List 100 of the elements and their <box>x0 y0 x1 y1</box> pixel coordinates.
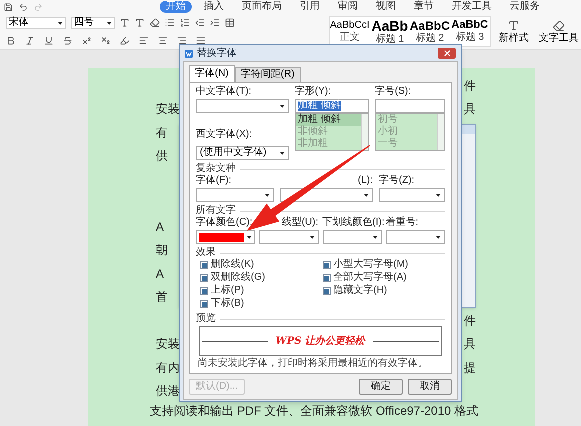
checkbox[interactable] <box>200 274 208 282</box>
dropdown-caret-icon <box>372 236 378 238</box>
section-title: 复杂文种 <box>196 163 236 174</box>
style-preset[interactable]: AaBbCcI 正文 <box>330 17 370 46</box>
section-title: 效果 <box>196 247 216 259</box>
eraser-icon[interactable] <box>150 18 160 28</box>
font-name-select[interactable]: 宋体 <box>6 17 66 30</box>
document-text: A <box>156 268 164 280</box>
document-text: 安装 <box>156 103 180 116</box>
app-icon <box>185 50 193 58</box>
ribbon-tab[interactable]: 插入 <box>198 1 230 13</box>
checkbox[interactable] <box>322 274 330 282</box>
document-text: 具 <box>464 338 476 350</box>
ribbon-tab[interactable]: 开始 <box>160 1 192 13</box>
checkbox-label: 下标(B) <box>211 298 244 310</box>
save-icon[interactable] <box>4 2 13 12</box>
document-text: A <box>156 220 164 233</box>
field-label: 西文字体(X): <box>196 129 252 140</box>
dropdown-caret-icon <box>310 236 314 238</box>
checkbox[interactable] <box>322 261 330 269</box>
checkbox[interactable] <box>200 261 208 269</box>
document-text: 件 <box>464 80 476 92</box>
underline-icon[interactable] <box>44 36 54 46</box>
ribbon-tab[interactable]: 开发工具 <box>446 1 498 13</box>
align-justify-icon[interactable] <box>196 36 206 46</box>
list-icon[interactable] <box>165 18 175 28</box>
dialog-button[interactable]: 取消 <box>408 379 452 395</box>
section-title: 预览 <box>196 313 216 325</box>
numbered-list-icon[interactable] <box>180 18 190 28</box>
ribbon-tab[interactable]: 审阅 <box>332 1 364 13</box>
close-button[interactable] <box>438 48 456 59</box>
dialog-tab[interactable]: 字体(N) <box>189 65 235 82</box>
highlighter-icon[interactable] <box>120 36 130 46</box>
style-preset[interactable]: AaBbC 标题 2 <box>410 17 450 46</box>
document-text: 供 <box>156 150 168 162</box>
font-grow-icon[interactable] <box>120 18 130 28</box>
field-label: 字号(Z): <box>379 175 415 187</box>
ribbon-tab[interactable]: 云服务 <box>504 1 546 13</box>
document-text: 具 <box>464 103 476 116</box>
outdent-icon[interactable] <box>195 18 205 28</box>
text-style-icon <box>508 20 520 32</box>
checkbox-label: 删除线(K) <box>211 259 254 271</box>
table-icon[interactable] <box>225 18 235 28</box>
preview-text: WPS 让办公更轻松 <box>276 334 366 348</box>
dialog-title: 替换字体 <box>197 48 237 58</box>
dropdown-caret-icon <box>280 152 285 154</box>
strikethrough-icon[interactable] <box>63 36 73 46</box>
document-text: 有 <box>156 126 168 139</box>
font-size-select[interactable]: 四号 <box>71 17 115 30</box>
indent-icon[interactable] <box>210 18 220 28</box>
ribbon-tab[interactable]: 页面布局 <box>236 1 288 13</box>
checkbox[interactable] <box>200 300 208 308</box>
text-tool-button[interactable]: 文字工具 <box>537 14 581 49</box>
dropdown-caret-icon <box>280 104 285 108</box>
field-label: 字号(S): <box>375 86 412 98</box>
field-label: (L): <box>358 175 373 187</box>
dropdown-caret-icon <box>107 22 112 25</box>
field-label: 着重号: <box>386 217 419 229</box>
document-text: 供港 <box>156 385 180 398</box>
scrollbar[interactable] <box>361 114 368 150</box>
western-font-select[interactable]: (使用中文字体) <box>196 146 289 160</box>
close-icon <box>442 49 452 58</box>
field-label: 下划线颜色(I): <box>322 217 385 229</box>
document-text: 朝 <box>156 244 168 256</box>
document-text: 有内 <box>156 362 180 374</box>
document-text: 支持阅读和输出 PDF 文件、全面兼容微软 Office97-2010 格式 <box>149 405 480 417</box>
subscript-icon[interactable] <box>101 36 111 46</box>
font-size-input[interactable] <box>375 99 445 113</box>
list-option[interactable]: 加粗 倾斜 <box>296 114 361 126</box>
ribbon-tab[interactable]: 章节 <box>408 1 440 13</box>
scrollbar[interactable] <box>437 114 444 150</box>
ribbon-tab[interactable]: 视图 <box>370 1 402 13</box>
superscript-icon[interactable] <box>82 36 92 46</box>
style-preset[interactable]: AaBb 标题 1 <box>370 17 410 46</box>
align-right-icon[interactable] <box>177 36 187 46</box>
document-text: 件 <box>464 314 476 327</box>
ribbon-tab[interactable]: 引用 <box>294 1 326 13</box>
checkbox[interactable] <box>200 287 208 295</box>
bold-icon[interactable] <box>6 36 16 46</box>
dropdown-caret-icon <box>247 236 252 238</box>
color-select[interactable] <box>196 230 256 244</box>
field-label: 字体(F): <box>196 175 232 187</box>
document-text: 首 <box>156 291 168 304</box>
dropdown-caret-icon <box>436 236 441 238</box>
undo-icon[interactable] <box>19 2 28 12</box>
eraser-icon <box>553 20 565 32</box>
dialog-button[interactable]: 确定 <box>359 379 403 395</box>
align-center-icon[interactable] <box>158 36 168 46</box>
option-list[interactable]: 加粗 倾斜 非倾斜 非加粗 <box>295 113 369 151</box>
section-title: 所有文字 <box>196 205 236 216</box>
font-shrink-icon[interactable] <box>135 18 145 28</box>
dropdown-caret-icon <box>265 194 270 196</box>
checkbox[interactable] <box>322 287 330 295</box>
checkbox-label: 全部大写字母(A) <box>334 272 407 284</box>
style-preset[interactable]: AaBbC 标题 3 <box>450 17 490 46</box>
new-style-button[interactable]: 新样式 <box>497 14 531 49</box>
italic-icon[interactable] <box>25 36 35 46</box>
dialog-tab[interactable]: 字符间距(R) <box>234 67 301 82</box>
checkbox-label: 上标(P) <box>211 285 244 297</box>
align-left-icon[interactable] <box>139 36 149 46</box>
